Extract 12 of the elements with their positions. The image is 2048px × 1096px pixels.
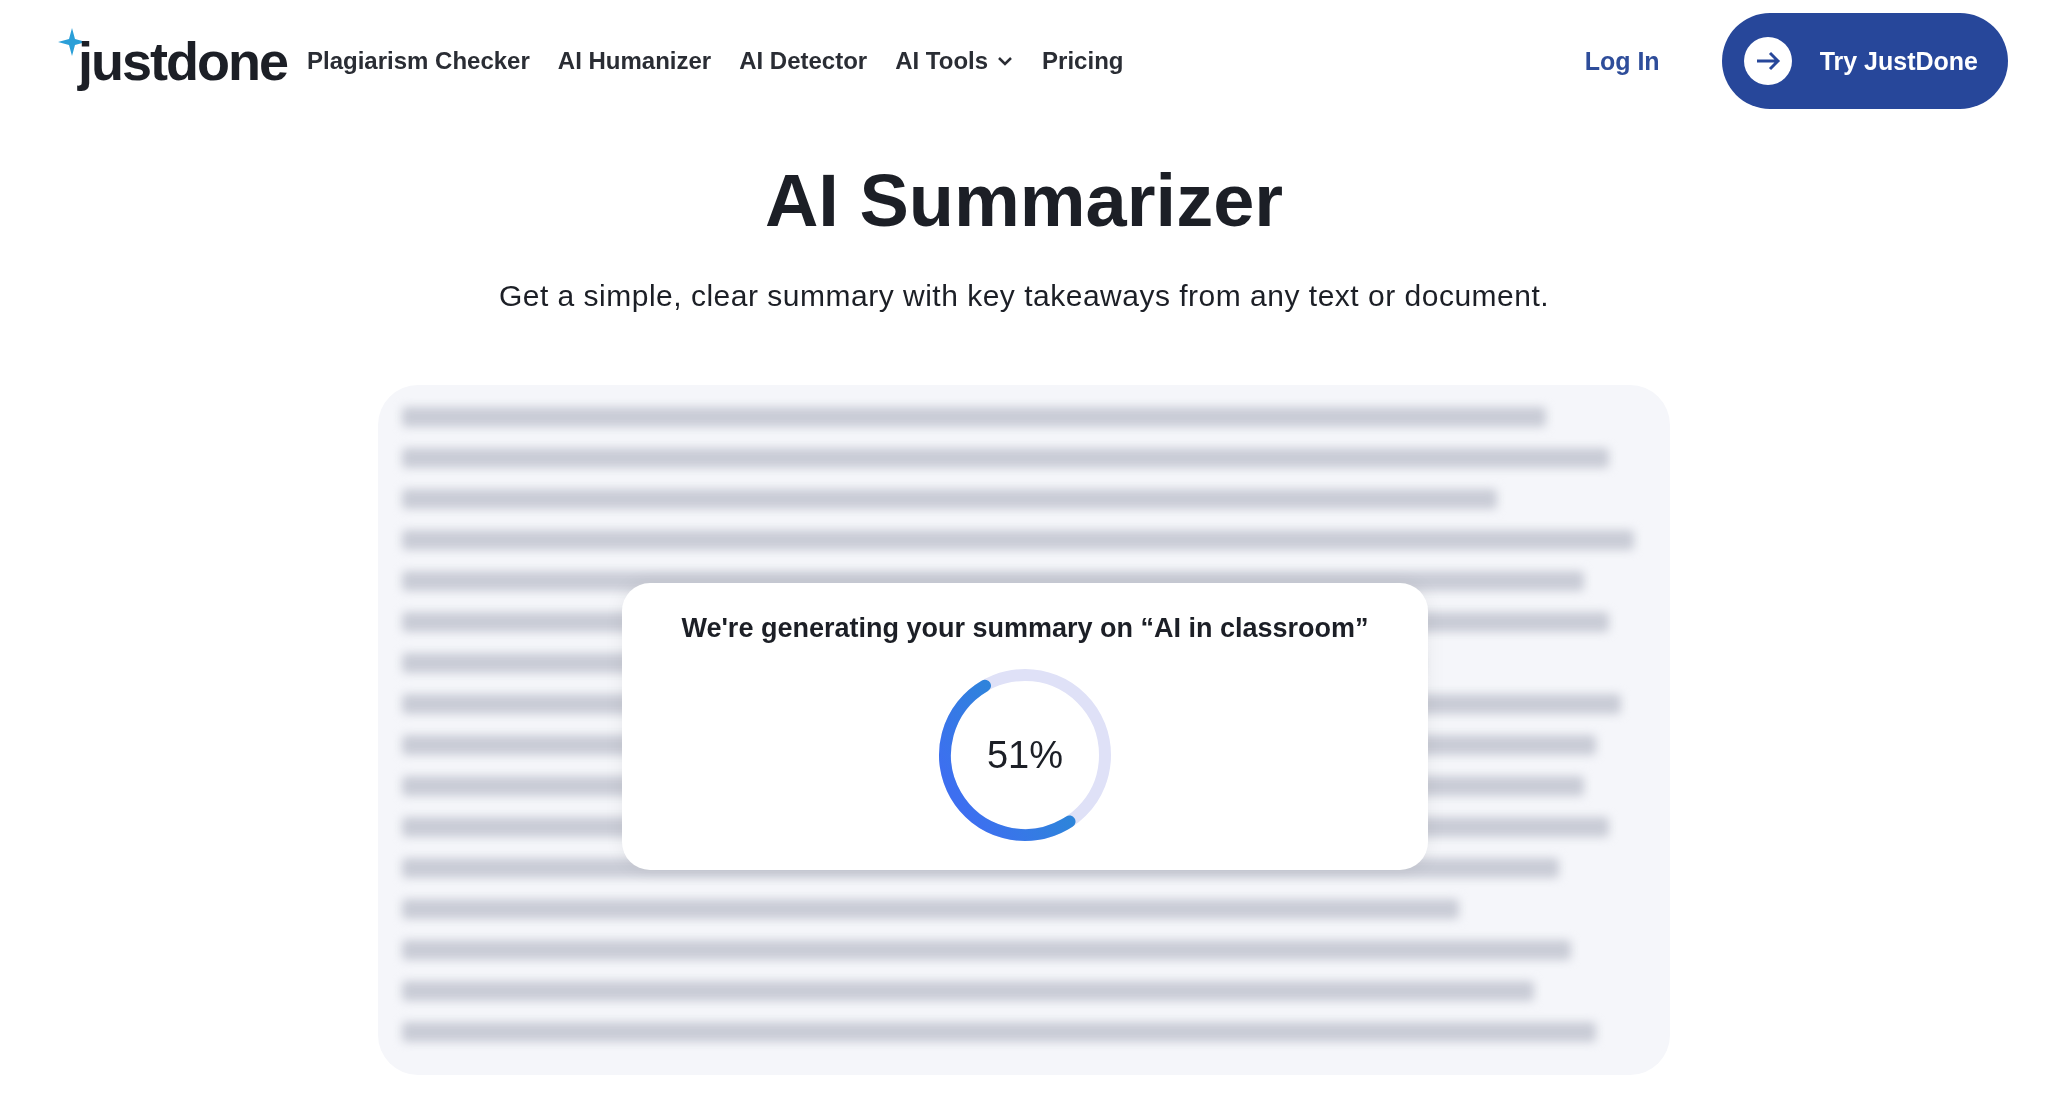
progress-message: We're generating your summary on “AI in classroom” bbox=[681, 613, 1369, 644]
page-subtitle: Get a simple, clear summary with key takeaways from any text or document. bbox=[497, 279, 1551, 313]
arrow-right-icon bbox=[1743, 37, 1792, 85]
nav-link[interactable]: Pricing bbox=[1042, 47, 1124, 75]
nav-dropdown[interactable]: AI Tools bbox=[895, 47, 1015, 75]
login-link[interactable]: Log In bbox=[1578, 45, 1666, 77]
progress-percent: 51% bbox=[986, 733, 1064, 777]
page-title: AI Summarizer bbox=[763, 158, 1285, 243]
nav-link[interactable]: Plagiarism Checker bbox=[307, 47, 530, 75]
nav-link[interactable]: AI Detector bbox=[739, 47, 868, 75]
try-button[interactable]: Try JustDone bbox=[1721, 13, 2008, 109]
nav-link[interactable]: AI Humanizer bbox=[557, 47, 712, 75]
